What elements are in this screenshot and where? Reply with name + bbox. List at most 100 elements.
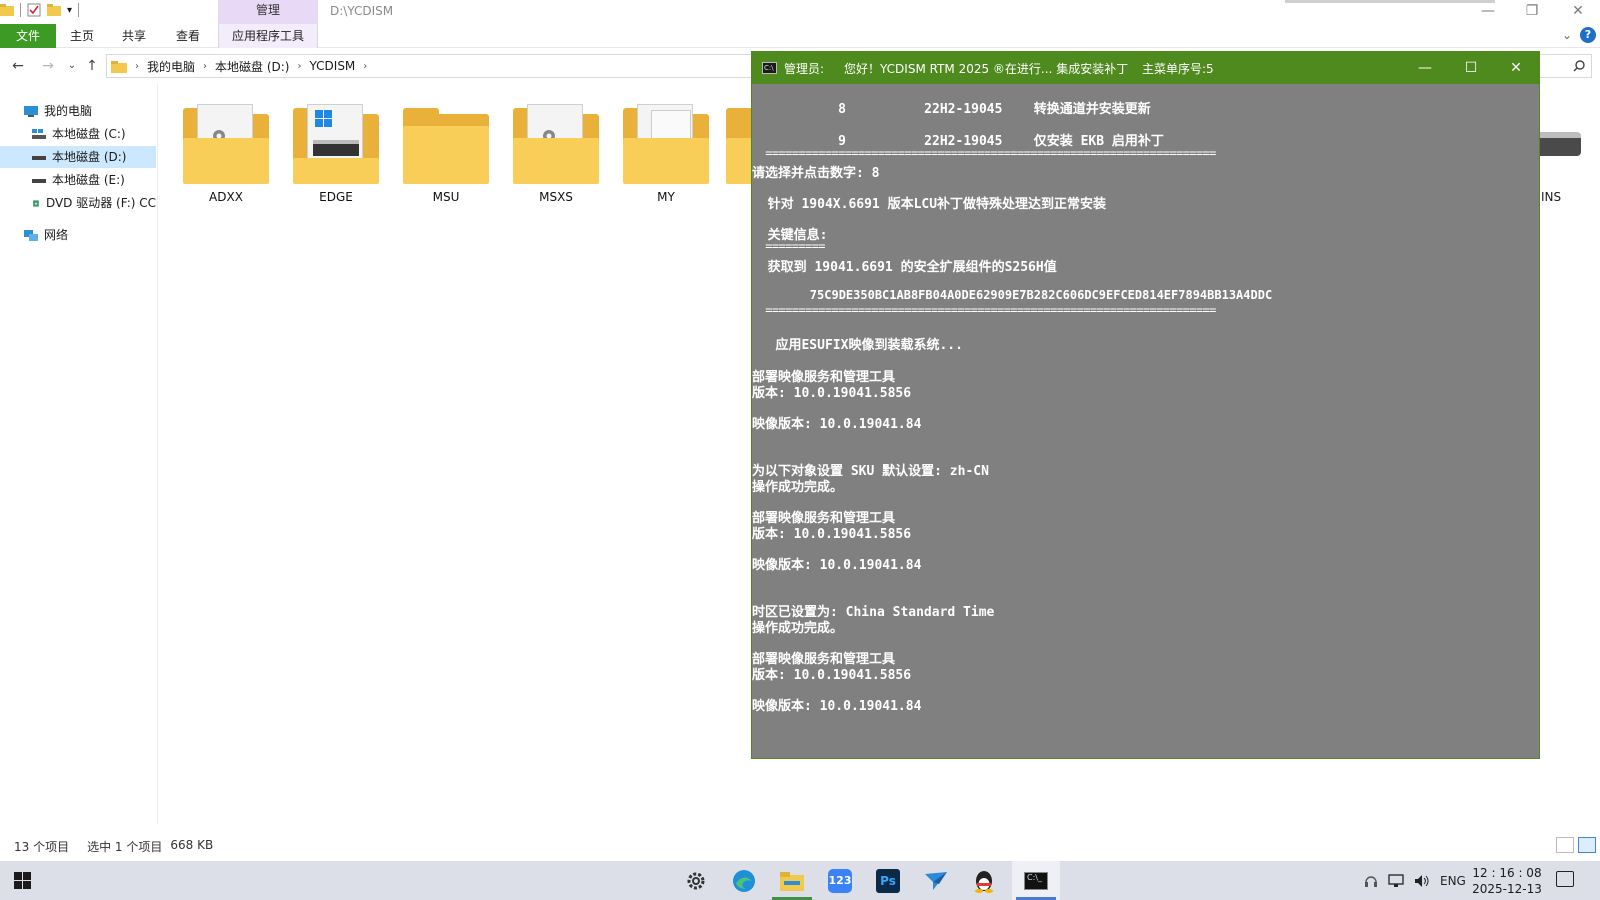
drive-icon (32, 178, 46, 183)
taskbar-clock[interactable]: 12 : 16 : 08 2025-12-13 (1472, 865, 1542, 897)
nav-item-label: DVD 驱动器 (F:) CC (45, 196, 156, 210)
status-bar: 13 个项目 选中 1 个项目 668 KB (14, 838, 213, 855)
tab-share[interactable]: 共享 (112, 24, 156, 48)
customize-qat-icon[interactable]: ▾ (67, 5, 72, 16)
folder-icon (403, 104, 489, 184)
chevron-right-icon[interactable]: › (203, 61, 207, 72)
expand-ribbon-icon[interactable]: ⌄ (1562, 28, 1572, 42)
taskbar-qq[interactable] (960, 861, 1008, 900)
minimize-icon[interactable]: — (1402, 52, 1448, 84)
chevron-right-icon[interactable]: › (135, 61, 139, 72)
tab-application-tools[interactable]: 应用程序工具 (218, 24, 318, 48)
folder-windows-icon (293, 104, 379, 184)
nav-item-network[interactable]: 网络 (0, 224, 156, 246)
folder-item-my[interactable]: MY (616, 104, 716, 204)
taskbar-settings[interactable] (672, 861, 720, 900)
console-line: 8 22H2-19045 转换通道并安装更新 (752, 102, 1151, 117)
console-line: 请选择并点击数字: 8 (752, 166, 880, 181)
recent-locations-icon[interactable]: ⌄ (62, 56, 82, 76)
chevron-right-icon[interactable]: › (363, 61, 367, 72)
tab-file[interactable]: 文件 (0, 24, 56, 48)
taskbar-terminal[interactable]: C:\_ (1012, 861, 1060, 900)
chevron-right-icon[interactable]: › (297, 61, 301, 72)
tab-home[interactable]: 主页 (60, 24, 104, 48)
folder-item-adxx[interactable]: ADXX (176, 104, 276, 204)
up-icon[interactable]: ↑ (82, 56, 102, 76)
details-view-icon[interactable] (1556, 837, 1574, 853)
tab-view[interactable]: 查看 (166, 24, 210, 48)
taskbar-file-explorer[interactable] (768, 861, 816, 900)
volume-icon[interactable] (1414, 874, 1430, 888)
navigation-pane: 我的电脑 本地磁盘 (C:) 本地磁盘 (D:) 本地磁盘 (E:) DVD 驱… (0, 84, 158, 824)
network-icon[interactable] (1388, 873, 1404, 888)
nav-item-drive-d[interactable]: 本地磁盘 (D:) (0, 146, 156, 168)
address-box[interactable]: › 我的电脑 › 本地磁盘 (D:) › YCDISM › (106, 54, 756, 78)
taskbar-123pan[interactable]: 123 (816, 861, 864, 900)
console-line: 版本: 10.0.19041.5856 (752, 386, 912, 401)
console-titlebar: C:\ 管理员: 您好！YCDISM RTM 2025 ®在进行... 集成安装… (752, 52, 1539, 84)
notification-center-icon[interactable] (1556, 871, 1574, 887)
console-line: 映像版本: 10.0.19041.84 (752, 699, 922, 714)
folder-item-edge[interactable]: EDGE (286, 104, 386, 204)
console-line: 版本: 10.0.19041.5856 (752, 527, 912, 542)
123pan-icon: 123 (828, 868, 852, 893)
properties-icon[interactable] (27, 3, 41, 17)
console-app-icon: C:\ (762, 62, 777, 74)
item-label: MY (657, 190, 675, 204)
help-icon[interactable]: ? (1580, 27, 1596, 43)
taskbar-photoshop[interactable]: Ps (864, 861, 912, 900)
settings-icon (687, 872, 705, 889)
console-title-role: 管理员: (784, 62, 825, 76)
console-line: 获取到 19041.6691 的安全扩展组件的S256H值 (752, 260, 1057, 275)
nav-item-label: 网络 (44, 228, 69, 242)
breadcrumb-this-pc[interactable]: 我的电脑 (147, 58, 195, 75)
clock-time: 12 : 16 : 08 (1472, 866, 1542, 880)
nav-item-dvd-f[interactable]: DVD 驱动器 (F:) CC (0, 192, 156, 214)
folder-settings-icon (513, 104, 599, 184)
taskbar: 123 Ps C:\_ ENG 12 : 16 : 08 2025-12-13 (0, 861, 1600, 900)
input-language-indicator[interactable]: ENG (1440, 874, 1466, 888)
restore-icon[interactable]: ❐ (1510, 0, 1554, 24)
folder-documents-icon (623, 104, 709, 184)
computer-icon (24, 105, 38, 117)
breadcrumb-ycdism[interactable]: YCDISM (309, 59, 355, 73)
nav-item-this-pc[interactable]: 我的电脑 (0, 100, 156, 122)
drive-item-partial[interactable] (1535, 118, 1583, 162)
breadcrumb-drive-d[interactable]: 本地磁盘 (D:) (215, 58, 289, 75)
window-shadow (1285, 0, 1495, 3)
start-button[interactable] (14, 872, 31, 889)
nav-item-drive-e[interactable]: 本地磁盘 (E:) (0, 169, 156, 191)
forward-icon[interactable]: → (38, 56, 58, 76)
console-separator: ========= (752, 239, 825, 253)
qat-separator (20, 3, 21, 17)
minimize-icon[interactable]: — (1466, 0, 1510, 24)
back-icon[interactable]: ← (8, 56, 28, 76)
large-icons-view-icon[interactable] (1578, 837, 1596, 853)
console-line: 版本: 10.0.19041.5856 (752, 668, 912, 683)
nav-item-label: 本地磁盘 (E:) (52, 173, 125, 187)
partial-item-label: INS (1541, 190, 1562, 204)
folder-icon (111, 60, 127, 73)
status-selected-size: 668 KB (170, 838, 214, 852)
console-line: 映像版本: 10.0.19041.84 (752, 417, 922, 432)
item-label: MSXS (539, 190, 573, 204)
folder-icon[interactable] (0, 3, 14, 17)
close-icon[interactable]: ✕ (1493, 52, 1539, 84)
network-icon (24, 229, 38, 241)
console-line: 针对 1904X.6691 版本LCU补丁做特殊处理达到正常安装 (752, 197, 1107, 212)
headset-icon[interactable] (1364, 873, 1378, 889)
folder-item-msxs[interactable]: MSXS (506, 104, 606, 204)
folder-item-msu[interactable]: MSU (396, 104, 496, 204)
close-icon[interactable]: ✕ (1556, 0, 1600, 24)
photoshop-icon: Ps (876, 868, 900, 893)
maximize-icon[interactable]: ☐ (1448, 52, 1494, 84)
taskbar-edge[interactable] (720, 861, 768, 900)
search-icon (1573, 60, 1585, 72)
dvd-icon (33, 199, 39, 207)
nav-item-drive-c[interactable]: 本地磁盘 (C:) (0, 123, 156, 145)
console-output[interactable]: 8 22H2-19045 转换通道并安装更新 9 22H2-19045 仅安装 … (752, 84, 1539, 758)
taskbar-feishu[interactable] (912, 861, 960, 900)
new-folder-icon[interactable] (47, 3, 61, 17)
console-line: 映像版本: 10.0.19041.84 (752, 558, 922, 573)
item-label: EDGE (319, 190, 353, 204)
